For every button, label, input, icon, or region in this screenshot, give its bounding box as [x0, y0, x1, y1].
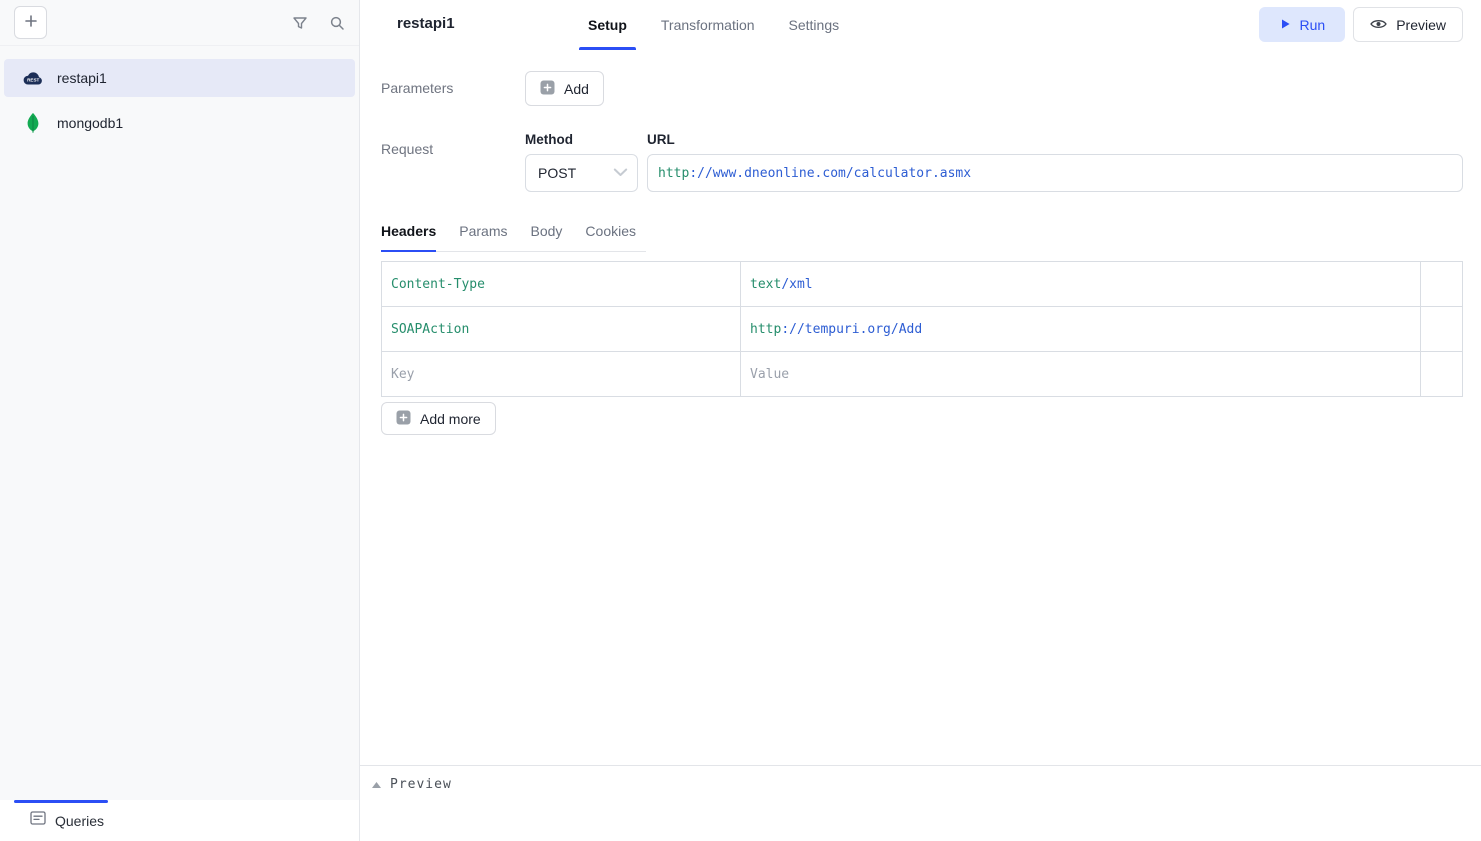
header-value-text: text [750, 277, 781, 292]
tab-transformation[interactable]: Transformation [659, 0, 757, 50]
delete-header-row-button[interactable] [1421, 262, 1463, 307]
preview-button-label: Preview [1396, 17, 1446, 33]
method-select[interactable]: POST [525, 154, 638, 192]
header-value-input[interactable]: text/xml [741, 262, 1421, 307]
header-key-text: Content-Type [391, 277, 485, 292]
main-header: restapi1 Setup Transformation Settings R… [360, 0, 1481, 50]
trash-icon [1388, 305, 1481, 354]
eye-icon [1370, 17, 1387, 33]
queries-tab-active-indicator [14, 800, 108, 803]
app-root: REST restapi1 mongodb1 [0, 0, 1481, 841]
request-subtabs: Headers Params Body Cookies [381, 223, 646, 252]
request-label: Request [381, 132, 525, 157]
url-field: URL http://www.dneonline.com/calculator.… [647, 132, 1463, 192]
caret-up-icon [372, 775, 381, 793]
plus-square-icon [396, 410, 411, 428]
preview-button[interactable]: Preview [1353, 7, 1463, 42]
main-panel: restapi1 Setup Transformation Settings R… [360, 0, 1481, 841]
query-list: REST restapi1 mongodb1 [0, 46, 359, 800]
play-icon [1279, 17, 1291, 33]
response-pane-toggle[interactable]: Preview [372, 775, 452, 793]
search-icon[interactable] [329, 15, 345, 31]
parameters-row: Parameters Add [381, 71, 1463, 106]
subtab-params[interactable]: Params [459, 223, 507, 251]
tab-setup[interactable]: Setup [586, 0, 629, 50]
header-value-text: ://tempuri.org/Add [781, 322, 922, 337]
delete-header-row-button[interactable] [1421, 307, 1463, 352]
query-item-mongodb1[interactable]: mongodb1 [4, 104, 355, 142]
new-query-button[interactable] [14, 6, 47, 39]
header-key-input[interactable]: Content-Type [382, 262, 741, 307]
add-more-button[interactable]: Add more [381, 402, 496, 435]
sidebar-bottom-bar: Queries [0, 800, 359, 841]
rest-api-icon: REST [21, 70, 45, 86]
header-actions: Run Preview [1259, 7, 1463, 42]
query-item-label: restapi1 [57, 70, 107, 86]
parameters-label: Parameters [381, 71, 525, 96]
subtab-headers[interactable]: Headers [381, 223, 436, 251]
response-preview-label: Preview [390, 777, 452, 792]
add-more-label: Add more [420, 411, 481, 427]
queries-icon [30, 811, 46, 830]
url-label: URL [647, 132, 1463, 147]
headers-table: Content-Type text/xml SOAPAction http://… [381, 261, 1463, 397]
delete-header-row-button[interactable] [1421, 352, 1463, 397]
setup-form: Parameters Add Request Method POST [360, 50, 1481, 765]
header-value-input[interactable]: http://tempuri.org/Add [741, 307, 1421, 352]
trash-icon [1388, 350, 1481, 399]
method-selected-value: POST [538, 165, 576, 181]
query-item-restapi1[interactable]: REST restapi1 [4, 59, 355, 97]
header-value-text: /xml [781, 277, 812, 292]
subtab-cookies[interactable]: Cookies [585, 223, 636, 251]
header-key-cell [382, 352, 741, 397]
url-input[interactable]: http://www.dneonline.com/calculator.asmx [647, 154, 1463, 192]
mongodb-icon [21, 113, 45, 133]
header-tabs: Setup Transformation Settings [586, 0, 841, 50]
sidebar: REST restapi1 mongodb1 [0, 0, 360, 841]
url-protocol-text: http [658, 166, 689, 181]
add-parameter-label: Add [564, 81, 589, 97]
header-value-input[interactable] [750, 352, 1411, 396]
add-parameter-button[interactable]: Add [525, 71, 604, 106]
url-rest-text: ://www.dneonline.com/calculator.asmx [689, 166, 971, 181]
run-button[interactable]: Run [1259, 7, 1346, 42]
header-key-text: SOAPAction [391, 322, 469, 337]
queries-tab-label: Queries [55, 813, 104, 829]
header-key-input[interactable]: SOAPAction [382, 307, 741, 352]
tab-settings[interactable]: Settings [787, 0, 842, 50]
method-label: Method [525, 132, 638, 147]
header-value-text: http [750, 322, 781, 337]
header-value-cell [741, 352, 1421, 397]
run-button-label: Run [1300, 17, 1326, 33]
trash-icon [1388, 260, 1481, 309]
method-field: Method POST [525, 132, 638, 192]
plus-square-icon [540, 80, 555, 98]
query-item-label: mongodb1 [57, 115, 123, 131]
chevron-down-icon [613, 164, 628, 182]
response-pane: Preview [360, 765, 1481, 841]
page-title: restapi1 [397, 15, 455, 32]
filter-icon[interactable] [292, 15, 308, 31]
tab-queries[interactable]: Queries [30, 811, 104, 830]
request-row: Request Method POST URL http://www.dneon… [381, 132, 1463, 192]
subtab-body[interactable]: Body [531, 223, 563, 251]
header-key-input[interactable] [391, 352, 731, 396]
svg-text:REST: REST [27, 78, 39, 83]
sidebar-toolbar [0, 0, 359, 46]
sidebar-toolbar-icons [292, 15, 345, 31]
plus-icon [23, 13, 39, 32]
